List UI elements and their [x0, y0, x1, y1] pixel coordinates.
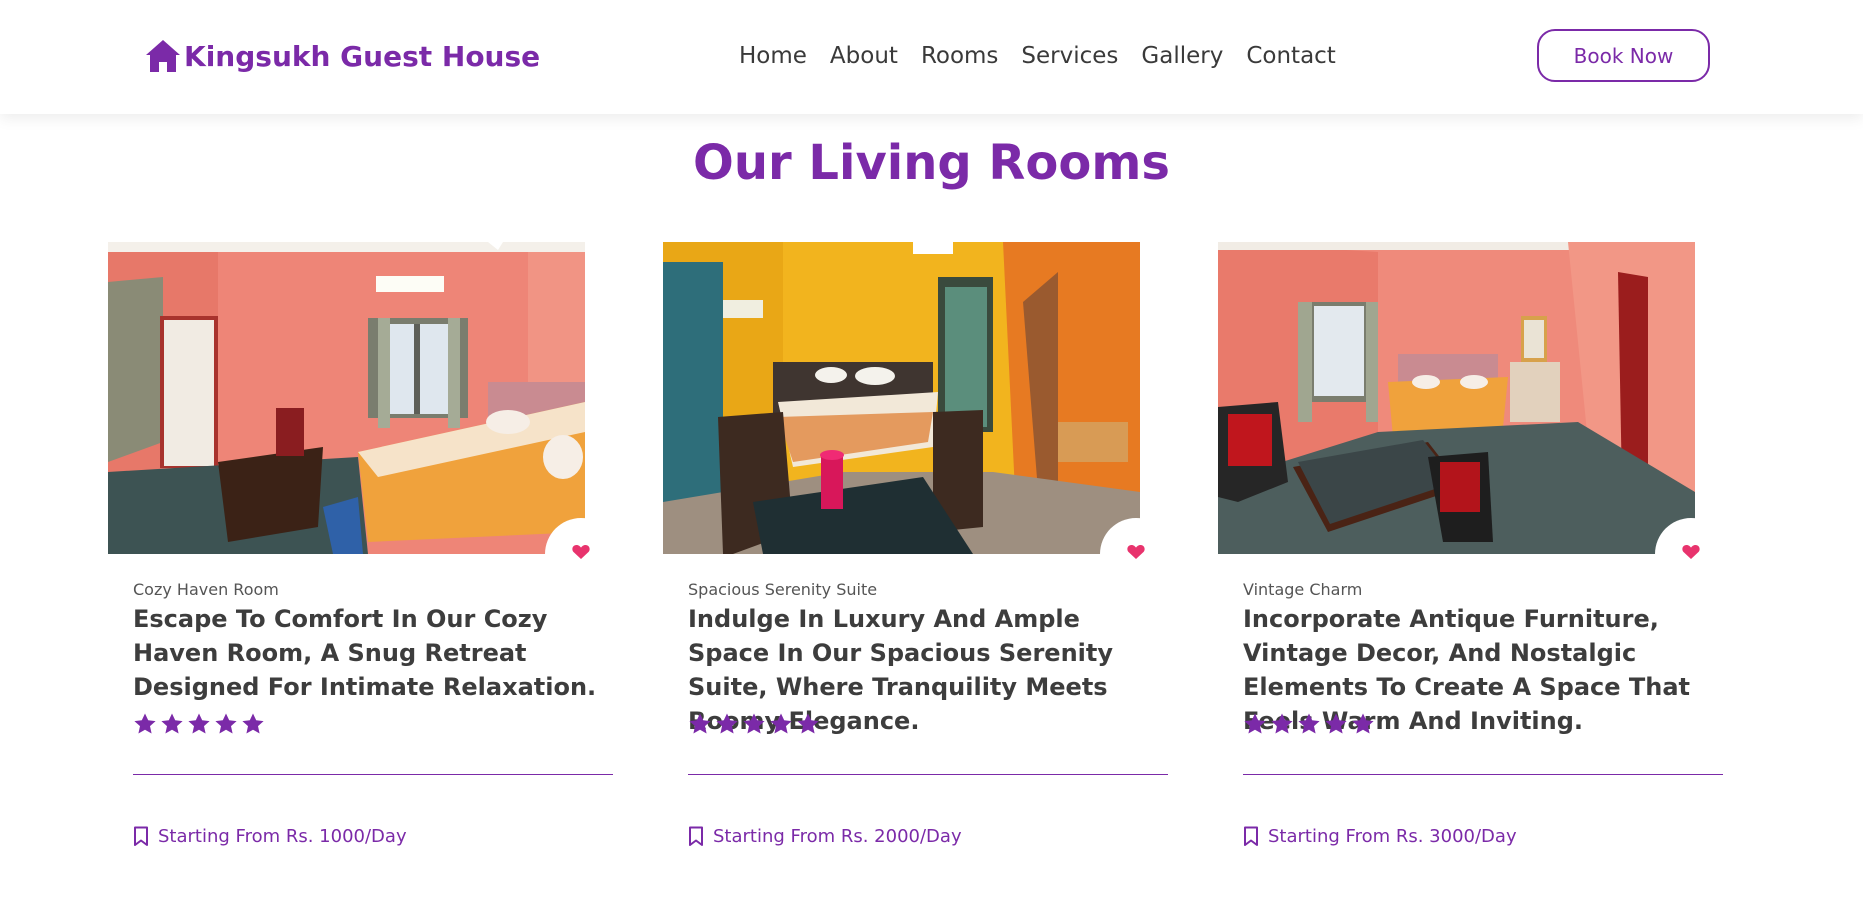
home-icon	[146, 40, 180, 72]
favorite-button[interactable]	[1655, 518, 1727, 590]
brand-name: Kingsukh Guest House	[184, 39, 541, 73]
room-description: Escape To Comfort In Our Cozy Haven Room…	[133, 605, 597, 701]
navbar: Kingsukh Guest House Home About Rooms Se…	[0, 0, 1863, 114]
star-icon	[770, 713, 792, 734]
room-price-label: Starting From Rs. 3000/Day	[1268, 826, 1517, 847]
favorite-button[interactable]	[545, 518, 617, 590]
bookmark-icon	[134, 826, 148, 846]
room-photo	[108, 242, 617, 590]
star-icon	[716, 713, 738, 734]
nav-link-gallery[interactable]: Gallery	[1141, 40, 1223, 72]
heart-icon	[1682, 545, 1700, 559]
star-icon	[188, 713, 210, 734]
star-icon	[1325, 713, 1347, 734]
room-image-serenity	[663, 242, 1140, 554]
star-icon	[161, 713, 183, 734]
star-icon	[743, 713, 765, 734]
section-title: Our Living Rooms	[693, 135, 1170, 191]
divider	[1243, 774, 1723, 775]
heart-icon	[1127, 545, 1145, 559]
bookmark-icon	[1244, 826, 1258, 846]
brand-logo[interactable]: Kingsukh Guest House	[144, 36, 540, 76]
room-card: Cozy Haven Room Escape To Comfort In Our…	[108, 242, 617, 847]
room-price: Starting From Rs. 3000/Day	[1243, 826, 1517, 847]
nav-link-services[interactable]: Services	[1021, 40, 1118, 72]
nav-link-contact[interactable]: Contact	[1246, 40, 1335, 72]
room-photo	[663, 242, 1172, 590]
room-price-label: Starting From Rs. 2000/Day	[713, 826, 962, 847]
room-image-cozy	[108, 242, 585, 554]
room-image-vintage	[1218, 242, 1695, 554]
room-category: Cozy Haven Room	[133, 580, 279, 599]
favorite-button[interactable]	[1100, 518, 1172, 590]
room-photo	[1218, 242, 1727, 590]
room-category: Vintage Charm	[1243, 580, 1363, 599]
star-rating	[1243, 712, 1375, 736]
star-icon	[797, 713, 819, 734]
nav-link-home[interactable]: Home	[739, 40, 807, 72]
divider	[688, 774, 1168, 775]
main-nav: Home About Rooms Services Gallery Contac…	[739, 40, 1359, 72]
nav-link-rooms[interactable]: Rooms	[921, 40, 998, 72]
heart-icon	[572, 545, 590, 559]
room-price-label: Starting From Rs. 1000/Day	[158, 826, 407, 847]
star-icon	[134, 713, 156, 734]
divider	[133, 774, 613, 775]
nav-link-about[interactable]: About	[830, 40, 898, 72]
room-price: Starting From Rs. 2000/Day	[688, 826, 962, 847]
room-category: Spacious Serenity Suite	[688, 580, 878, 599]
book-now-button[interactable]: Book Now	[1537, 29, 1710, 82]
room-price: Starting From Rs. 1000/Day	[133, 826, 407, 847]
star-icon	[1298, 713, 1320, 734]
room-card: Vintage Charm Incorporate Antique Furnit…	[1218, 242, 1727, 847]
star-icon	[215, 713, 237, 734]
star-icon	[1271, 713, 1293, 734]
room-card: Spacious Serenity Suite Indulge In Luxur…	[663, 242, 1172, 847]
star-rating	[688, 712, 820, 736]
star-rating	[133, 712, 265, 736]
star-icon	[242, 713, 264, 734]
star-icon	[1352, 713, 1374, 734]
star-icon	[689, 713, 711, 734]
star-icon	[1244, 713, 1266, 734]
bookmark-icon	[689, 826, 703, 846]
